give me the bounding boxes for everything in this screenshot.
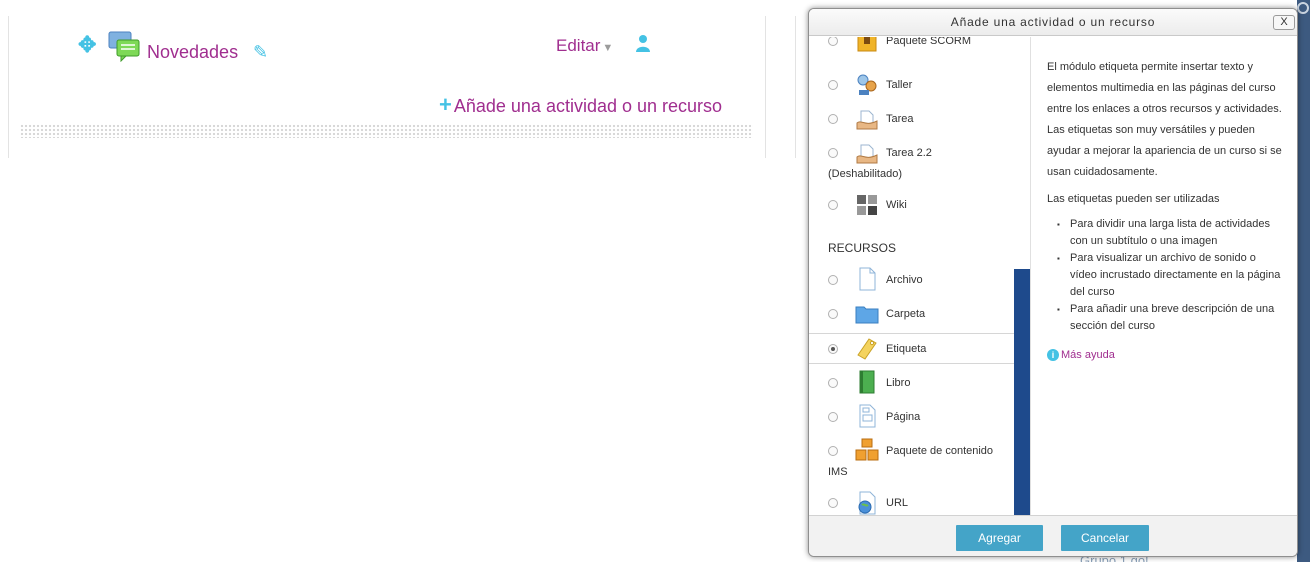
radio-button[interactable] — [828, 498, 838, 508]
forum-link-novedades[interactable]: Novedades — [147, 42, 238, 63]
option-label: Paquete SCORM — [886, 37, 971, 47]
option-label-continuation: (Deshabilitado) — [828, 168, 902, 180]
activity-chooser-dialog: Añade una actividad o un recurso X Paque… — [808, 8, 1298, 557]
ims-package-icon — [855, 438, 879, 461]
book-icon — [859, 370, 875, 394]
help-uses-heading: Las etiquetas pueden ser utilizadas — [1047, 193, 1220, 205]
help-intro: El módulo etiqueta permite insertar text… — [1047, 61, 1282, 178]
option-libro[interactable]: Libro — [809, 368, 1014, 398]
help-use-item: Para añadir una breve descripción de una… — [1057, 301, 1285, 335]
add-activity-label: Añade una actividad o un recurso — [453, 96, 723, 116]
workshop-icon — [857, 74, 877, 95]
option-url[interactable]: URL — [809, 488, 1014, 515]
user-icon[interactable] — [635, 34, 651, 52]
resources-heading: RECURSOS — [828, 241, 897, 255]
close-button[interactable]: X — [1273, 15, 1295, 30]
plus-icon: + — [439, 92, 452, 117]
cancel-button[interactable]: Cancelar — [1061, 525, 1149, 551]
scorm-package-icon — [857, 37, 877, 52]
radio-button[interactable] — [828, 80, 838, 90]
radio-button[interactable] — [828, 200, 838, 210]
option-pagina[interactable]: Página — [809, 402, 1014, 432]
option-label: URL — [886, 497, 909, 509]
option-label: Tarea — [886, 113, 914, 125]
page-icon — [859, 404, 876, 428]
background-settings-icon — [1297, 2, 1309, 14]
edit-menu[interactable]: Editar ▼ — [556, 36, 613, 56]
radio-button[interactable] — [828, 309, 838, 319]
section-divider — [20, 124, 753, 138]
options-list[interactable]: Paquete SCORM Taller Tarea Tarea 2.2 (De… — [809, 37, 1014, 515]
radio-button-selected[interactable] — [828, 344, 838, 354]
assignment-icon — [856, 144, 878, 164]
dialog-footer: Agregar Cancelar — [809, 515, 1297, 556]
url-icon — [858, 491, 876, 515]
radio-button[interactable] — [828, 148, 838, 158]
caret-down-icon: ▼ — [602, 42, 614, 54]
info-icon: i — [1047, 349, 1059, 361]
radio-button[interactable] — [828, 378, 838, 388]
folder-icon — [855, 306, 879, 324]
option-label: Wiki — [886, 199, 907, 211]
option-ims-package[interactable]: Paquete de contenido IMS — [809, 436, 1014, 482]
background-sidebar — [1297, 0, 1310, 562]
edit-menu-label: Editar — [556, 36, 601, 55]
assignment-icon — [856, 110, 878, 130]
option-tarea-22[interactable]: Tarea 2.2 (Deshabilitado) — [809, 139, 1014, 185]
option-etiqueta[interactable]: Etiqueta — [809, 333, 1014, 364]
option-wiki[interactable]: Wiki — [809, 191, 1014, 219]
help-use-item: Para dividir una larga lista de activida… — [1057, 216, 1285, 250]
forum-icon — [108, 31, 140, 62]
help-use-item: Para visualizar un archivo de sonido o v… — [1057, 250, 1285, 301]
option-tarea[interactable]: Tarea — [809, 105, 1014, 133]
add-activity-link[interactable]: + Añade una actividad o un recurso — [439, 92, 722, 118]
option-label: Página — [886, 411, 921, 423]
option-label: Carpeta — [886, 308, 926, 320]
edit-title-pencil-icon[interactable]: ✎ — [253, 42, 268, 63]
option-scorm[interactable]: Paquete SCORM — [809, 37, 1014, 52]
radio-button[interactable] — [828, 275, 838, 285]
help-uses-list: Para dividir una larga lista de activida… — [1047, 216, 1285, 335]
help-pane: El módulo etiqueta permite insertar text… — [1030, 37, 1297, 515]
file-icon — [859, 267, 876, 291]
option-label-continuation: IMS — [828, 466, 848, 478]
dialog-header: Añade una actividad o un recurso X — [809, 9, 1297, 36]
label-tag-icon — [857, 338, 877, 360]
option-label: Etiqueta — [886, 343, 927, 355]
option-label: Tarea 2.2 — [886, 147, 932, 159]
options-scrollbar-thumb[interactable] — [1014, 269, 1030, 515]
option-label: Libro — [886, 377, 911, 389]
page: ✥ Novedades ✎ Editar ▼ + Añade una activid… — [0, 0, 1310, 562]
add-button[interactable]: Agregar — [956, 525, 1043, 551]
radio-button[interactable] — [828, 114, 838, 124]
wiki-icon — [857, 195, 877, 215]
option-carpeta[interactable]: Carpeta — [809, 299, 1014, 329]
radio-button[interactable] — [828, 446, 838, 456]
more-help-link[interactable]: i Más ayuda — [1047, 345, 1285, 366]
section-border — [795, 16, 796, 158]
move-icon[interactable]: ✥ — [78, 32, 96, 58]
option-label: Archivo — [886, 274, 923, 286]
dialog-title: Añade una actividad o un recurso — [950, 15, 1156, 29]
radio-button[interactable] — [828, 412, 838, 422]
option-label: Paquete de contenido — [886, 445, 994, 457]
radio-button[interactable] — [828, 37, 838, 46]
more-help-label: Más ayuda — [1061, 349, 1115, 361]
option-archivo[interactable]: Archivo — [809, 265, 1014, 295]
option-taller[interactable]: Taller — [809, 71, 1014, 99]
option-label: Taller — [886, 79, 913, 91]
